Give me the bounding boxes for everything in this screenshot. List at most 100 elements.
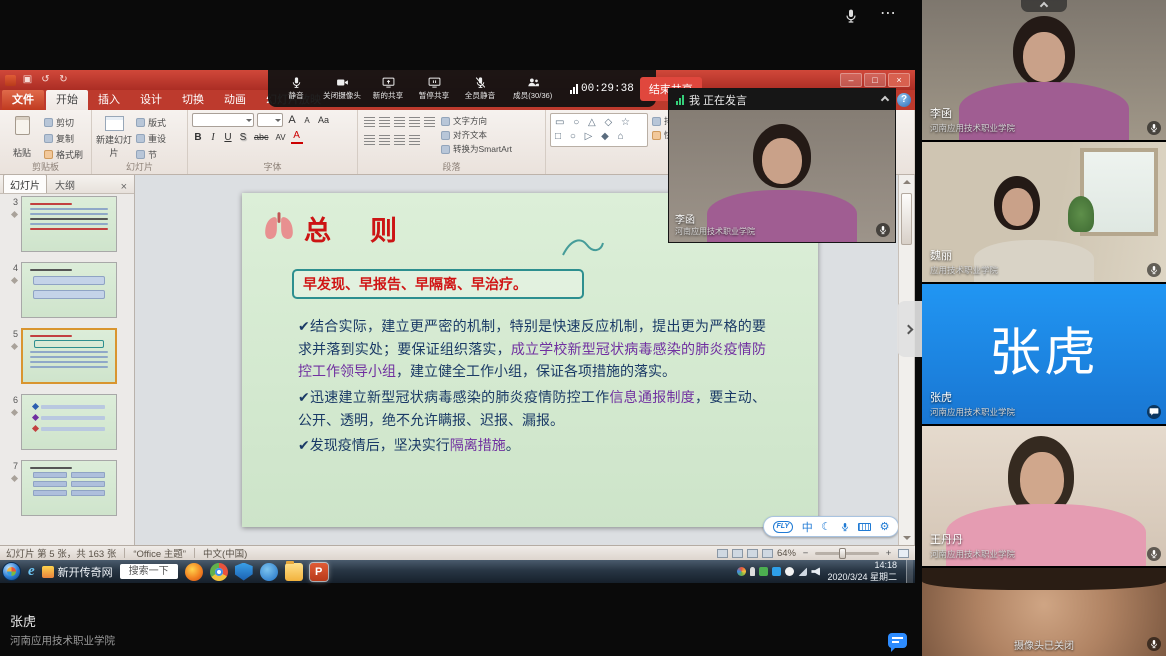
close-button[interactable]: × — [888, 73, 910, 87]
tab-animations[interactable]: 动画 — [214, 90, 256, 110]
font-color-button[interactable]: A — [291, 131, 303, 144]
chat-bubble-icon[interactable] — [888, 633, 907, 648]
stage-more-icon[interactable]: ⋯ — [880, 3, 898, 23]
font-name-select[interactable] — [192, 113, 254, 127]
scroll-down-icon[interactable] — [903, 536, 911, 540]
new-share-button[interactable]: 新的共享 — [366, 76, 410, 101]
security-taskbar-icon[interactable] — [235, 563, 253, 581]
search-box[interactable]: 搜索一下 — [120, 564, 178, 579]
tray-volume-icon[interactable] — [811, 567, 820, 576]
character-spacing-button[interactable]: AV — [274, 131, 288, 144]
bullets-icon[interactable] — [364, 117, 375, 127]
tab-home[interactable]: 开始 — [46, 90, 88, 110]
tray-app-icon[interactable] — [772, 567, 781, 576]
scrollbar-thumb[interactable] — [901, 193, 912, 245]
align-left-icon[interactable] — [364, 135, 375, 145]
slide-thumbnail-3[interactable] — [21, 196, 117, 252]
show-desktop-button[interactable] — [906, 560, 913, 583]
text-shadow-button[interactable]: S — [237, 131, 249, 144]
undo-button[interactable]: ↺ — [39, 71, 52, 89]
collapse-button[interactable] — [882, 94, 888, 106]
zoom-slider[interactable] — [815, 552, 879, 555]
tab-file[interactable]: 文件 — [2, 90, 44, 110]
text-direction-button[interactable]: 文字方向 — [441, 115, 512, 127]
normal-view-button[interactable] — [717, 549, 728, 558]
font-size-select[interactable] — [257, 113, 283, 127]
participant-video-2[interactable]: 魏丽 应用技术职业学院 — [922, 142, 1166, 282]
powerpoint-taskbar-icon[interactable]: P — [310, 563, 328, 581]
cut-button[interactable]: 剪切 — [44, 116, 83, 129]
browser-taskbar-icon[interactable] — [210, 563, 228, 581]
mute-all-button[interactable]: 全员静音 — [458, 76, 502, 101]
tab-design[interactable]: 设计 — [130, 90, 172, 110]
stage-mic-icon[interactable] — [843, 8, 859, 24]
change-case-button[interactable]: Aa — [316, 114, 331, 127]
ime-keyboard-icon[interactable] — [858, 523, 871, 531]
justify-icon[interactable] — [409, 135, 420, 145]
zoom-out-button[interactable]: − — [800, 548, 811, 559]
ime-toolbar[interactable]: FLY 中 ☾ ⚙ — [763, 516, 899, 537]
slide-thumbnail-6[interactable] — [21, 394, 117, 450]
new-slide-button[interactable]: 新建幻灯片 — [96, 113, 132, 161]
tray-network-icon[interactable] — [798, 567, 807, 576]
bold-button[interactable]: B — [192, 131, 204, 144]
minimize-button[interactable]: – — [840, 73, 862, 87]
restore-button[interactable]: □ — [864, 73, 886, 87]
members-button[interactable]: 成员(30/36) — [504, 76, 562, 101]
reset-button[interactable]: 重设 — [136, 132, 166, 145]
mute-button[interactable]: 静音 — [274, 76, 318, 101]
indent-decrease-icon[interactable] — [394, 117, 405, 127]
ime-lang-button[interactable]: 中 — [802, 519, 813, 535]
grow-font-button[interactable]: A — [286, 114, 298, 127]
fit-to-window-button[interactable] — [898, 549, 909, 558]
shapes-gallery[interactable]: ▭ ○ △ ◇ ☆ □ ○ ▷ ◆ ⌂ — [550, 113, 648, 147]
slide-sorter-button[interactable] — [732, 549, 743, 558]
ime-settings-icon[interactable]: ⚙ — [880, 520, 890, 533]
participant-card-3[interactable]: 张虎 张虎 河南应用技术职业学院 — [922, 284, 1166, 424]
paste-button[interactable]: 粘贴 — [4, 113, 40, 161]
current-slide[interactable]: 总 则 早发现、早报告、早隔离、早治疗。 ✔结合实际，建立更严密的机制，特别是快… — [242, 193, 818, 527]
tray-security-icon[interactable] — [759, 567, 768, 576]
align-right-icon[interactable] — [394, 135, 405, 145]
layout-button[interactable]: 版式 — [136, 116, 166, 129]
slide-thumbnail-7[interactable] — [21, 460, 117, 516]
slide-thumbnail-5-selected[interactable] — [21, 328, 117, 384]
explorer-taskbar-icon[interactable] — [285, 563, 303, 581]
reading-view-button[interactable] — [747, 549, 758, 558]
zoom-level[interactable]: 64% — [777, 548, 796, 559]
indent-increase-icon[interactable] — [409, 117, 420, 127]
tray-sogou-icon[interactable] — [737, 567, 746, 576]
firefox-taskbar-icon[interactable] — [185, 563, 203, 581]
tab-transitions[interactable]: 切换 — [172, 90, 214, 110]
underline-button[interactable]: U — [222, 131, 234, 144]
ie-taskbar-icon[interactable]: e — [28, 563, 35, 580]
ime-mic-icon[interactable] — [840, 522, 850, 532]
shrink-font-button[interactable]: A — [301, 114, 313, 127]
zoom-in-button[interactable]: + — [883, 548, 894, 559]
strikethrough-button[interactable]: abc — [252, 131, 271, 144]
participant-video-4[interactable]: 王丹丹 河南应用技术职业学院 — [922, 426, 1166, 566]
video-panel-toggle[interactable] — [897, 301, 922, 357]
language-indicator[interactable]: 中文(中国) — [203, 546, 247, 560]
active-speaker-window[interactable]: 我 正在发言 李函 河南应用技术职业学院 — [668, 88, 896, 243]
italic-button[interactable]: I — [207, 131, 219, 144]
redo-button[interactable]: ↻ — [57, 71, 70, 89]
align-text-button[interactable]: 对齐文本 — [441, 129, 512, 141]
ime-night-mode-icon[interactable]: ☾ — [821, 520, 831, 533]
save-button[interactable]: ▣ — [21, 71, 34, 89]
line-spacing-icon[interactable] — [424, 117, 435, 127]
smartart-button[interactable]: 转换为SmartArt — [441, 143, 512, 155]
tab-insert[interactable]: 插入 — [88, 90, 130, 110]
start-button[interactable] — [2, 562, 21, 581]
help-button[interactable]: ? — [897, 93, 911, 107]
camera-button[interactable]: 关闭摄像头 — [320, 76, 364, 101]
participant-video-1[interactable]: 李函 河南应用技术职业学院 — [922, 0, 1166, 140]
scroll-up-icon[interactable] — [903, 180, 911, 184]
sidebar-collapse-button[interactable] — [1021, 0, 1067, 12]
slide-thumbnail-4[interactable] — [21, 262, 117, 318]
participant-video-5[interactable]: 摄像头已关闭 — [922, 568, 1166, 656]
panel-close-icon[interactable]: × — [117, 181, 131, 193]
tab-outline[interactable]: 大纲 — [49, 175, 81, 193]
tray-bluetooth-icon[interactable] — [785, 567, 794, 576]
taskbar-clock[interactable]: 14:18 2020/3/24 星期二 — [827, 560, 897, 583]
